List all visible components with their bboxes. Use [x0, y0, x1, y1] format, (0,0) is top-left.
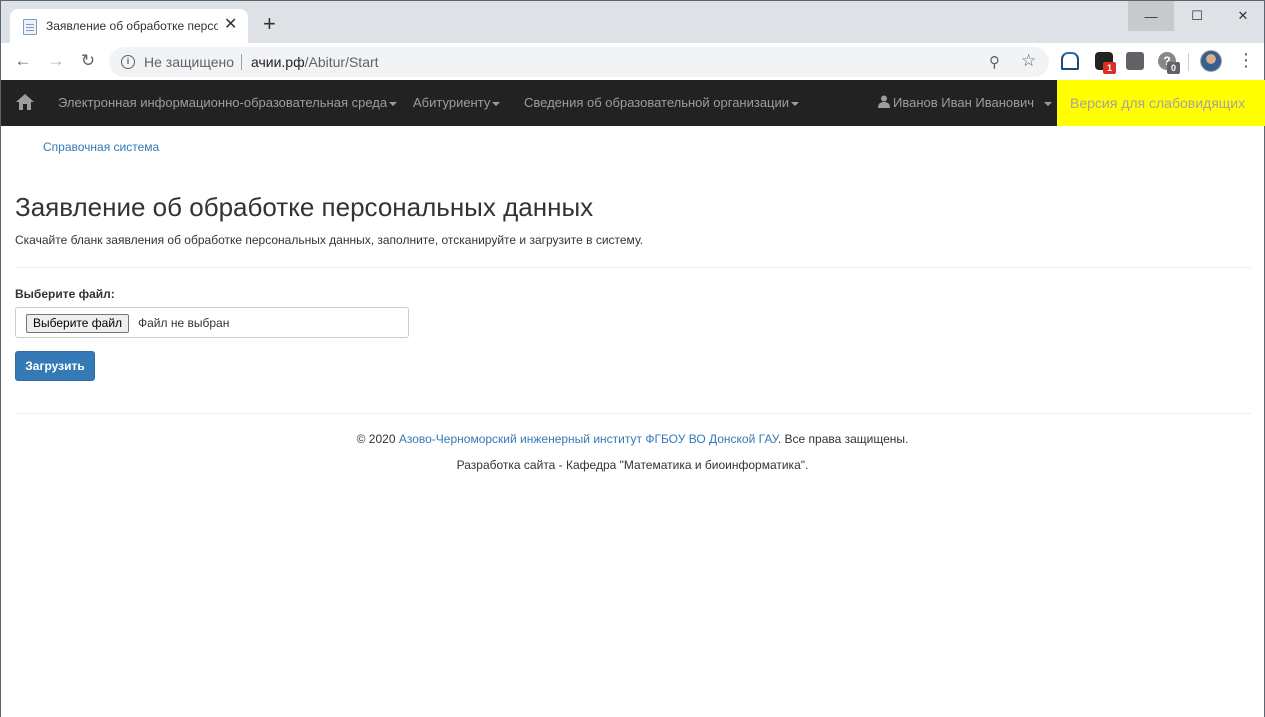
- page-title: Заявление об обработке персональных данн…: [15, 192, 594, 222]
- document-favicon-icon: [23, 19, 37, 35]
- info-icon[interactable]: i: [121, 55, 135, 69]
- nav-item-label: Электронная информационно-образовательна…: [58, 95, 388, 110]
- url-path: /Abitur/Start: [304, 54, 379, 70]
- upload-button[interactable]: Загрузить: [15, 351, 95, 381]
- minimize-window-button[interactable]: —: [1128, 1, 1174, 31]
- bookmark-star-icon[interactable]: ☆: [1021, 51, 1036, 71]
- caret-down-icon: [1043, 101, 1052, 106]
- browser-tab[interactable]: Заявление об обработке персо ✕: [10, 9, 248, 44]
- rights-text: . Все права защищены.: [777, 432, 909, 446]
- omnibox-divider: [241, 54, 242, 70]
- caret-down-icon: [492, 101, 501, 106]
- more-menu-icon[interactable]: ⋮: [1237, 51, 1255, 69]
- user-icon: [878, 95, 890, 108]
- home-icon[interactable]: [15, 92, 35, 112]
- copyright-prefix: © 2020: [356, 432, 399, 446]
- choose-file-button[interactable]: Выберите файл: [26, 314, 130, 333]
- security-status: Не защищено: [144, 54, 234, 70]
- maximize-window-button[interactable]: ☐: [1174, 1, 1220, 31]
- file-field-label: Выберите файл:: [15, 287, 115, 301]
- user-name: Иванов Иван Иванович: [893, 95, 1035, 110]
- divider: [15, 267, 1251, 268]
- low-vision-version-link[interactable]: Версия для слабовидящих: [1057, 80, 1265, 126]
- profile-avatar[interactable]: [1200, 50, 1222, 72]
- url-host: ачии.рф: [251, 54, 305, 70]
- shopping-bag-extension-icon[interactable]: [1126, 52, 1144, 70]
- toolbar-divider: [1188, 53, 1189, 71]
- tab-title: Заявление об обработке персо: [46, 19, 218, 33]
- footer-copyright: © 2020 Азово-Черноморский инженерный инс…: [0, 432, 1265, 446]
- extension-badge-count: 0: [1167, 62, 1180, 74]
- zoom-icon[interactable]: ⚲: [989, 53, 1000, 71]
- back-arrow-icon[interactable]: ←: [13, 51, 33, 71]
- forward-arrow-icon[interactable]: →: [46, 51, 66, 71]
- nav-item-eios[interactable]: Электронная информационно-образовательна…: [58, 95, 398, 110]
- window-border: [0, 126, 1, 717]
- footer-divider: [15, 413, 1251, 414]
- browser-toolbar: ← → ↻ i Не защищено ачии.рф/Abitur/Start…: [0, 43, 1265, 80]
- institute-link[interactable]: Азово-Черноморский инженерный институт Ф…: [399, 432, 778, 446]
- url-text[interactable]: ачии.рф/Abitur/Start: [251, 54, 379, 70]
- footer-development: Разработка сайта - Кафедра "Математика и…: [456, 458, 809, 472]
- new-tab-button[interactable]: +: [263, 13, 276, 35]
- file-status: Файл не выбран: [138, 316, 230, 330]
- nav-item-label: Сведения об образовательной организации: [524, 95, 790, 110]
- caret-down-icon: [389, 101, 398, 106]
- extension-badge: 1: [1103, 62, 1116, 74]
- nav-item-org-info[interactable]: Сведения об образовательной организации: [524, 95, 800, 110]
- browser-tab-strip: Заявление об обработке персо ✕ + — ☐ ✕: [0, 0, 1265, 44]
- close-window-button[interactable]: ✕: [1220, 1, 1265, 31]
- address-bar[interactable]: i Не защищено ачии.рф/Abitur/Start ⚲ ☆: [109, 47, 1049, 77]
- nav-item-abiturient[interactable]: Абитуриенту: [413, 95, 501, 110]
- user-menu[interactable]: Иванов Иван Иванович: [878, 95, 1052, 110]
- close-tab-icon[interactable]: ✕: [224, 17, 237, 33]
- nav-item-label: Абитуриенту: [413, 95, 491, 110]
- file-input[interactable]: Выберите файл Файл не выбран: [15, 307, 409, 338]
- alice-extension-icon[interactable]: [1061, 52, 1079, 70]
- page-intro: Скачайте бланк заявления об обработке пе…: [15, 233, 644, 247]
- help-system-link[interactable]: Справочная система: [43, 140, 159, 154]
- caret-down-icon: [791, 101, 800, 106]
- reload-icon[interactable]: ↻: [78, 51, 98, 71]
